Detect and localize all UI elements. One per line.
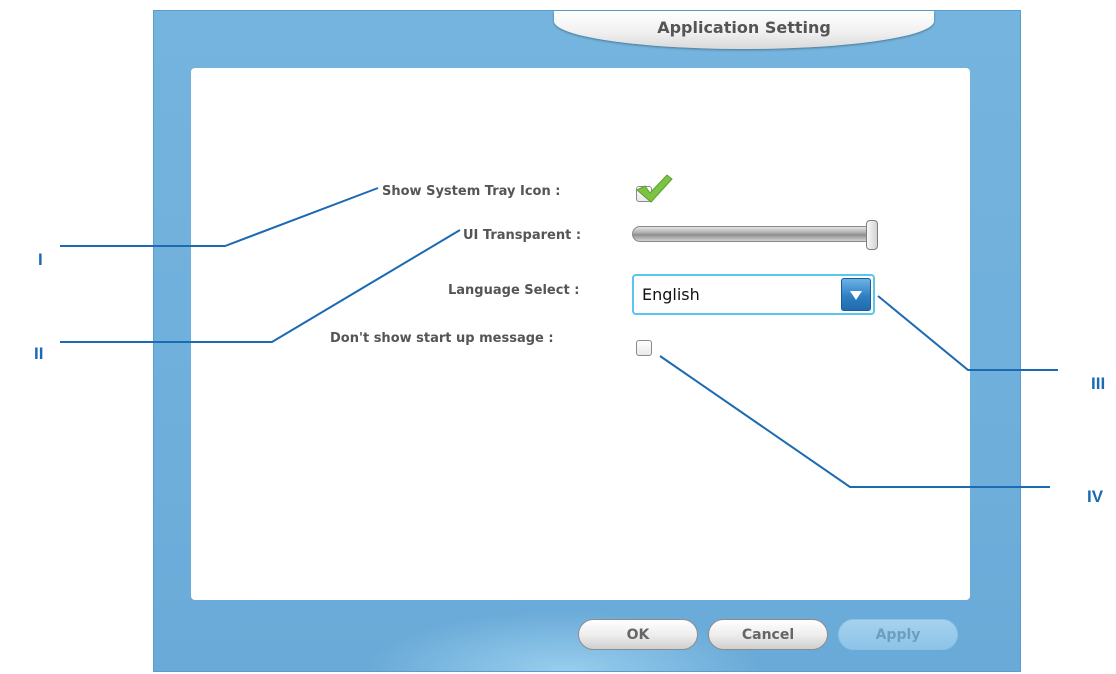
callout-label-1: I <box>38 250 43 269</box>
callout-label-3: III <box>1091 374 1106 393</box>
callout-line-1 <box>60 187 379 247</box>
callout-label-4: IV <box>1087 487 1104 506</box>
callout-line-4 <box>659 355 1050 488</box>
callout-label-2: II <box>34 344 44 363</box>
callout-lines <box>60 187 1058 488</box>
callout-line-3 <box>877 295 1058 371</box>
